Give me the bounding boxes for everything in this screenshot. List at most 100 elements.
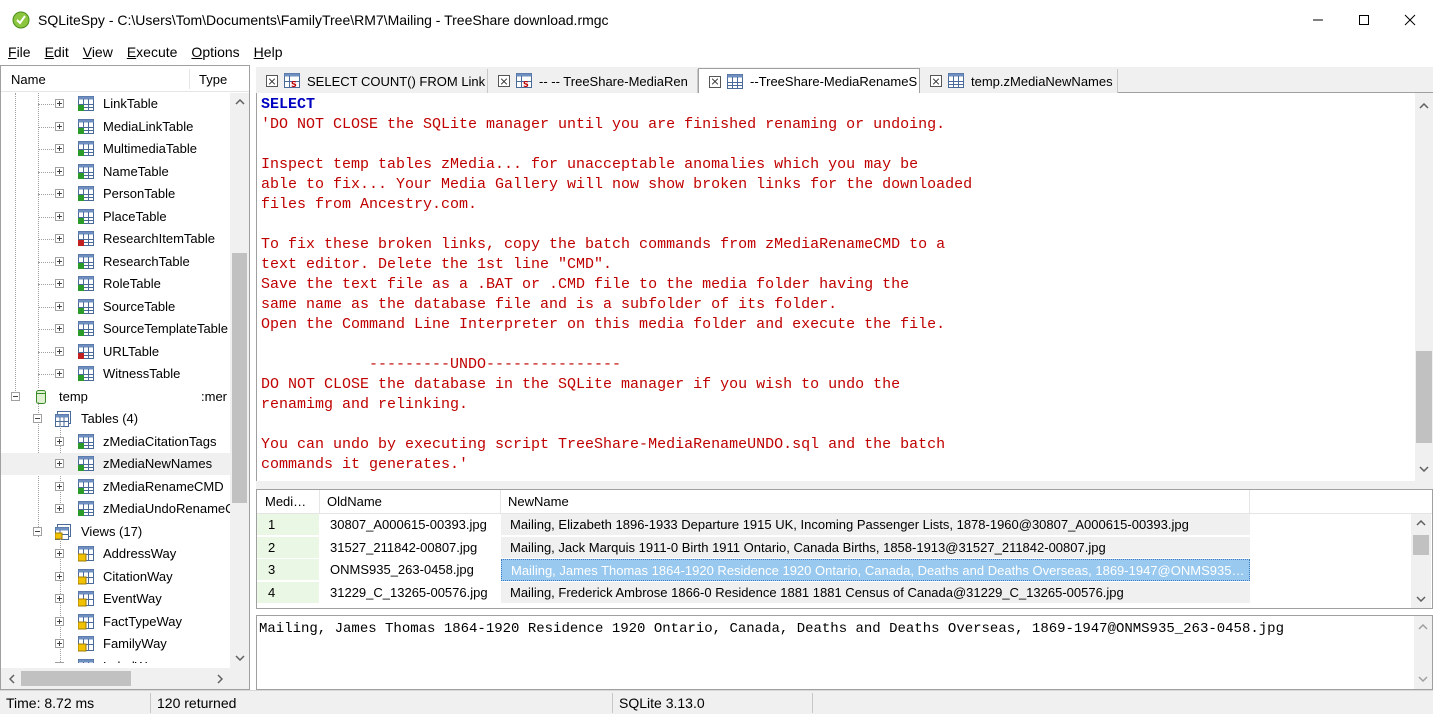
menu-help[interactable]: Help xyxy=(247,41,290,63)
tree-collapse-icon[interactable] xyxy=(11,391,20,401)
tree-item-familyway[interactable]: FamilyWay xyxy=(1,633,231,655)
tree-item-zmediacitationtags[interactable]: zMediaCitationTags xyxy=(1,431,231,453)
tree-item-researchitemtable[interactable]: ResearchItemTable xyxy=(1,228,231,250)
minimize-button[interactable] xyxy=(1295,0,1341,40)
menu-options[interactable]: Options xyxy=(184,41,246,63)
tree-item-zmedianewnames[interactable]: zMediaNewNames xyxy=(1,453,231,475)
tree-item-nametable[interactable]: NameTable xyxy=(1,161,231,183)
tree-item-tables-folder[interactable]: Tables (4) xyxy=(1,408,231,430)
tree-expand-icon[interactable] xyxy=(55,211,64,221)
tree-item-temp-database[interactable]: temp:mer xyxy=(1,386,231,408)
tree-col-name[interactable]: Name xyxy=(11,72,46,87)
tree-item-persontable[interactable]: PersonTable xyxy=(1,183,231,205)
scroll-up-arrow-icon[interactable] xyxy=(1415,97,1432,114)
grid-cell-media-id[interactable]: 2 xyxy=(257,536,319,559)
tree-expand-icon[interactable] xyxy=(55,594,64,603)
tree-expand-icon[interactable] xyxy=(55,369,64,378)
scroll-up-arrow-icon[interactable] xyxy=(1412,514,1429,531)
scroll-left-arrow-icon[interactable] xyxy=(3,670,20,687)
close-button[interactable] xyxy=(1387,0,1433,40)
tree-expand-icon[interactable] xyxy=(55,279,64,288)
sql-editor[interactable]: SELECT 'DO NOT CLOSE the SQLite manager … xyxy=(256,93,1433,481)
tree-item-linktable[interactable]: LinkTable xyxy=(1,93,231,115)
table-row[interactable]: 2 31527_211842-00807.jpg Mailing, Jack Mar… xyxy=(257,536,1411,559)
tree-collapse-icon[interactable] xyxy=(33,526,42,536)
tree-item-urltable[interactable]: URLTable xyxy=(1,341,231,363)
table-row[interactable]: 4 31229_C_13265-00576.jpg Mailing, Frederi… xyxy=(257,581,1411,604)
tree-item-medialinktable[interactable]: MediaLinkTable xyxy=(1,116,231,138)
tree-item-sourcetemplatetable[interactable]: SourceTemplateTable xyxy=(1,318,231,340)
tree-horizontal-scrollbar[interactable] xyxy=(1,668,249,689)
editor-scroll-thumb[interactable] xyxy=(1416,351,1432,443)
scroll-up-arrow-icon[interactable] xyxy=(1414,618,1431,635)
scroll-up-arrow-icon[interactable] xyxy=(231,93,248,110)
tree-expand-icon[interactable] xyxy=(55,661,64,663)
tab-temp-zmedianewnames[interactable]: temp.zMediaNewNames xyxy=(920,69,1118,93)
grid-col-newname[interactable]: NewName xyxy=(508,494,569,509)
tree-item-roletable[interactable]: RoleTable xyxy=(1,273,231,295)
scroll-right-arrow-icon[interactable] xyxy=(211,670,228,687)
scroll-down-arrow-icon[interactable] xyxy=(1414,670,1431,687)
tree-item-citationway[interactable]: CitationWay xyxy=(1,566,231,588)
tree-expand-icon[interactable] xyxy=(55,144,64,153)
tree-hscroll-thumb[interactable] xyxy=(21,671,131,686)
tab-close-icon[interactable] xyxy=(709,75,721,88)
tree-expand-icon[interactable] xyxy=(55,459,64,468)
tree-expand-icon[interactable] xyxy=(55,121,64,131)
tree-item-multimediatable[interactable]: MultimediaTable xyxy=(1,138,231,160)
table-row[interactable]: 3 ONMS935_263-0458.jpg Mailing, James Thom… xyxy=(257,559,1411,581)
tree-collapse-icon[interactable] xyxy=(33,414,42,423)
tab-close-icon[interactable] xyxy=(930,75,942,87)
grid-col-media-id[interactable]: Medi… xyxy=(265,494,306,509)
tree-item-witnesstable[interactable]: WitnessTable xyxy=(1,363,231,385)
grid-cell-newname[interactable]: Mailing, Jack Marquis 1911-0 Birth 1911 … xyxy=(501,536,1250,559)
tree-item-placetable[interactable]: PlaceTable xyxy=(1,206,231,228)
scroll-down-arrow-icon[interactable] xyxy=(1412,590,1429,607)
tree-item-zmediarenamecmd[interactable]: zMediaRenameCMD xyxy=(1,476,231,498)
schema-tree[interactable]: Name Type LinkTable MediaLinkTable Multime… xyxy=(0,65,250,690)
menu-view[interactable]: View xyxy=(76,41,120,63)
tree-vertical-scrollbar[interactable] xyxy=(230,93,249,668)
tree-expand-icon[interactable] xyxy=(55,189,64,198)
tab-close-icon[interactable] xyxy=(498,75,510,87)
menu-file[interactable]: File xyxy=(0,41,38,63)
tree-expand-icon[interactable] xyxy=(55,166,64,176)
detail-vertical-scrollbar[interactable] xyxy=(1414,616,1432,689)
grid-cell-media-id[interactable]: 4 xyxy=(257,581,319,604)
editor-vertical-scrollbar[interactable] xyxy=(1415,93,1433,481)
results-grid[interactable]: Medi… OldName NewName 1 30807_A000615-003… xyxy=(256,489,1433,609)
tree-expand-icon[interactable] xyxy=(55,639,64,648)
scroll-down-arrow-icon[interactable] xyxy=(231,649,248,666)
editor-results-splitter[interactable] xyxy=(256,481,1433,489)
tree-item-zmediaundorenamec[interactable]: zMediaUndoRenameC xyxy=(1,498,231,520)
menu-edit[interactable]: Edit xyxy=(38,41,76,63)
tree-expand-icon[interactable] xyxy=(55,234,64,243)
tree-item-addressway[interactable]: AddressWay xyxy=(1,543,231,565)
tree-expand-icon[interactable] xyxy=(55,324,64,333)
tab-select-count[interactable]: S SELECT COUNT() FROM Link xyxy=(256,69,488,93)
grid-cell-newname[interactable]: Mailing, Elizabeth 1896-1933 Departure 1… xyxy=(501,514,1250,536)
tree-expand-icon[interactable] xyxy=(55,571,64,581)
grid-cell-oldname[interactable]: 31527_211842-00807.jpg xyxy=(320,537,501,559)
grid-cell-media-id[interactable]: 1 xyxy=(257,514,319,536)
menu-execute[interactable]: Execute xyxy=(120,41,185,63)
grid-cell-oldname[interactable]: ONMS935_263-0458.jpg xyxy=(320,559,501,581)
tree-col-type[interactable]: Type xyxy=(199,72,227,87)
tree-expand-icon[interactable] xyxy=(55,436,64,446)
grid-cell-newname[interactable]: Mailing, James Thomas 1864-1920 Residenc… xyxy=(501,559,1250,581)
tree-expand-icon[interactable] xyxy=(55,504,64,513)
tree-expand-icon[interactable] xyxy=(55,256,64,266)
tree-expand-icon[interactable] xyxy=(55,549,64,558)
scroll-down-arrow-icon[interactable] xyxy=(1415,460,1432,477)
tree-item-sourcetable[interactable]: SourceTable xyxy=(1,296,231,318)
grid-cell-oldname[interactable]: 31229_C_13265-00576.jpg xyxy=(320,582,501,604)
grid-cell-newname[interactable]: Mailing, Frederick Ambrose 1866-0 Reside… xyxy=(501,581,1250,604)
tree-expand-icon[interactable] xyxy=(55,481,64,491)
cell-detail-pane[interactable]: Mailing, James Thomas 1864-1920 Residenc… xyxy=(256,615,1433,690)
tree-item-labelway[interactable]: LabelWay xyxy=(1,656,231,663)
tree-item-researchtable[interactable]: ResearchTable xyxy=(1,251,231,273)
tab-treeshare-mediaren[interactable]: S -- -- TreeShare-MediaRen xyxy=(488,69,698,93)
tree-scroll-thumb[interactable] xyxy=(232,253,247,503)
tree-expand-icon[interactable] xyxy=(55,99,64,108)
grid-scroll-thumb[interactable] xyxy=(1413,535,1429,555)
